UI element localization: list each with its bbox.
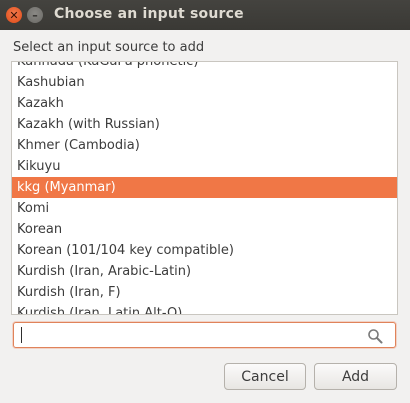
input-source-list[interactable]: Kannada (KaGaPa phonetic) Kashubian Kazakh… [11,61,398,315]
list-item[interactable]: Kikuyu [12,156,397,177]
list-item[interactable]: Korean (101/104 key compatible) [12,240,397,261]
prompt-label: Select an input source to add [13,40,205,55]
add-button[interactable]: Add [314,363,397,390]
input-source-list-items: Kannada (KaGaPa phonetic) Kashubian Kazakh… [12,62,397,314]
list-item[interactable]: Kurdish (Iran, Latin Alt-Q) [12,303,397,314]
minimize-icon: – [32,8,38,22]
list-item[interactable]: Kazakh [12,93,397,114]
list-item[interactable]: Khmer (Cambodia) [12,135,397,156]
list-item[interactable]: Kurdish (Iran, F) [12,282,397,303]
list-item[interactable]: Korean [12,219,397,240]
window-title: Choose an input source [54,6,244,22]
close-icon: ✕ [9,8,19,22]
search-input[interactable] [18,326,358,344]
list-item[interactable]: kkg (Myanmar) [12,177,397,198]
search-icon[interactable] [367,328,383,344]
search-field[interactable] [13,322,396,348]
list-item[interactable]: Kazakh (with Russian) [12,114,397,135]
minimize-button[interactable]: – [27,7,43,23]
list-item[interactable]: Komi [12,198,397,219]
list-item[interactable]: Kashubian [12,72,397,93]
cancel-button[interactable]: Cancel [224,363,306,390]
close-button[interactable]: ✕ [6,7,22,23]
list-item[interactable]: Kannada (KaGaPa phonetic) [12,62,397,72]
title-bar: ✕ – Choose an input source [0,0,410,30]
text-caret [21,327,22,343]
list-item[interactable]: Kurdish (Iran, Arabic-Latin) [12,261,397,282]
